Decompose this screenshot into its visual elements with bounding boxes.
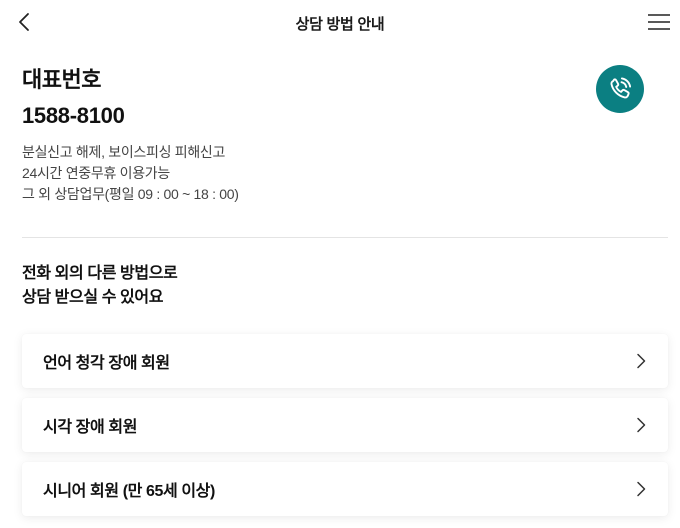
option-visually-impaired[interactable]: 시각 장애 회원 [22, 398, 668, 452]
call-button[interactable] [596, 65, 644, 113]
option-senior[interactable]: 시니어 회원 (만 65세 이상) [22, 462, 668, 516]
page: 상담 방법 안내 대표번호 1588-8100 분실신고 해제, 보이스피싱 피… [0, 0, 680, 528]
top-bar: 상담 방법 안내 [0, 0, 680, 46]
description-line: 24시간 연중무휴 이용가능 [22, 165, 170, 181]
representative-label: 대표번호 [22, 67, 101, 92]
back-button[interactable] [10, 8, 38, 36]
section-divider [22, 237, 668, 238]
chevron-right-icon [634, 480, 648, 498]
heading-line: 상담 받으실 수 있어요 [22, 289, 164, 306]
description-line: 분실신고 해제, 보이스피싱 피해신고 [22, 144, 226, 160]
chevron-right-icon [634, 352, 648, 370]
representative-description: 분실신고 해제, 보이스피싱 피해신고 24시간 연중무휴 이용가능 그 외 상… [22, 142, 662, 205]
heading-line: 전화 외의 다른 방법으로 [22, 265, 178, 282]
option-hearing-impaired[interactable]: 언어 청각 장애 회원 [22, 334, 668, 388]
chevron-left-icon [19, 13, 29, 31]
alternatives-heading: 전화 외의 다른 방법으로 상담 받으실 수 있어요 [22, 262, 662, 310]
hamburger-menu-icon [648, 14, 670, 30]
description-line: 그 외 상담업무(평일 09 : 00 ~ 18 : 00) [22, 186, 239, 202]
page-title: 상담 방법 안내 [295, 15, 385, 33]
representative-section: 대표번호 1588-8100 분실신고 해제, 보이스피싱 피해신고 24시간 … [22, 64, 662, 205]
option-label: 시각 장애 회원 [43, 419, 138, 436]
menu-button[interactable] [646, 9, 672, 35]
chevron-right-icon [634, 416, 648, 434]
representative-number: 1588-8100 [22, 103, 125, 128]
option-label: 시니어 회원 (만 65세 이상) [43, 483, 215, 500]
phone-call-icon [610, 77, 632, 99]
option-label: 언어 청각 장애 회원 [43, 355, 170, 372]
